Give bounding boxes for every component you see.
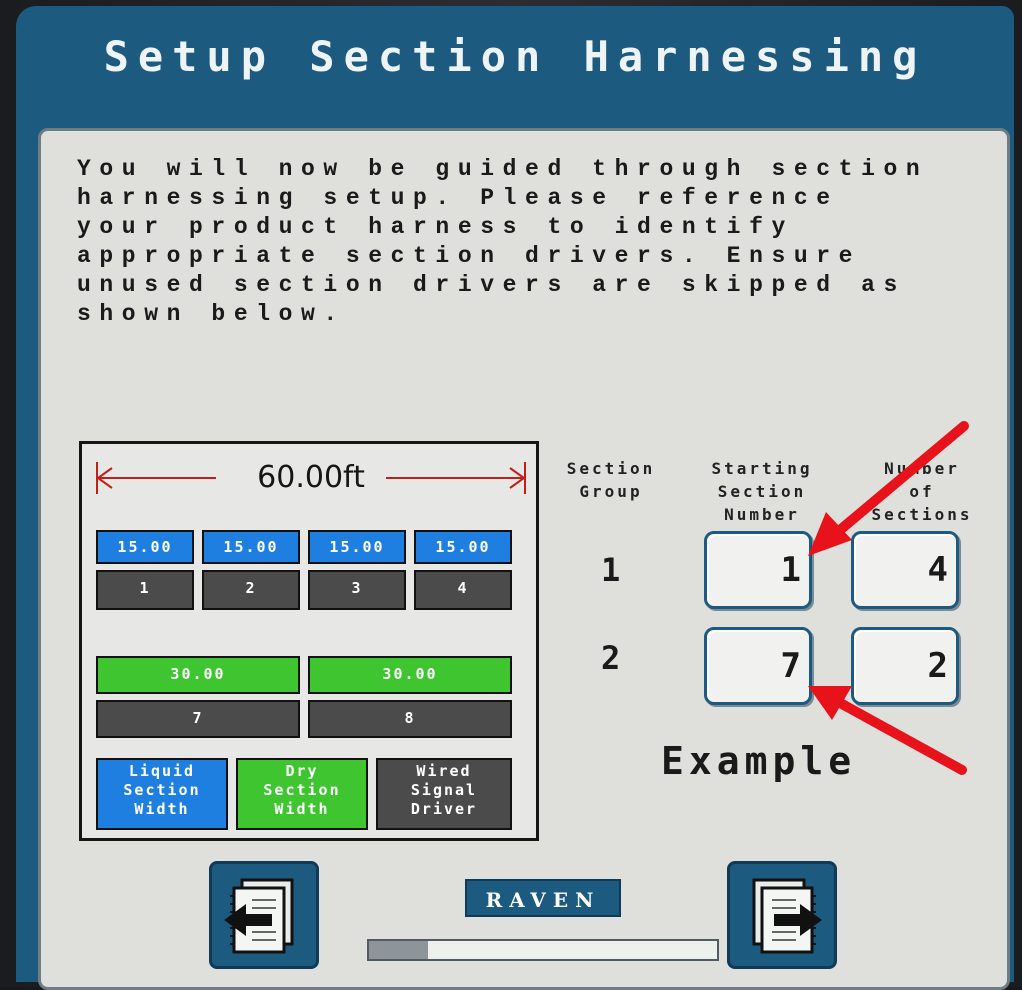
page-next-icon xyxy=(752,878,822,954)
starting-section-field-group-2[interactable]: 7 xyxy=(704,627,812,705)
column-header-section-group: Section Group xyxy=(551,457,671,503)
dry-width-cell: 30.00 xyxy=(308,656,512,694)
liquid-width-cell: 15.00 xyxy=(96,530,194,564)
signal-driver-cell: 4 xyxy=(414,570,512,610)
page-title: Setup Section Harnessing xyxy=(103,32,927,81)
legend-line: Section xyxy=(263,781,341,799)
signal-driver-cell: 8 xyxy=(308,700,512,738)
signal-driver-cell: 7 xyxy=(96,700,300,738)
liquid-width-cell: 15.00 xyxy=(202,530,300,564)
starting-section-field-group-1[interactable]: 1 xyxy=(704,531,812,609)
content-panel: You will now be guided through section h… xyxy=(38,128,1010,990)
progress-bar xyxy=(367,939,719,961)
column-header-number-of-sections: Number of Sections xyxy=(857,457,987,526)
legend-line: Liquid xyxy=(128,762,196,780)
legend-line: Width xyxy=(134,800,190,818)
signal-driver-cell: 1 xyxy=(96,570,194,610)
liquid-width-cell: 15.00 xyxy=(308,530,406,564)
section-group-label: 2 xyxy=(601,639,621,677)
screen: Setup Section Harnessing You will now be… xyxy=(16,6,1014,990)
total-width-dimension: 60.00ft xyxy=(96,458,526,498)
legend-line: Signal xyxy=(410,781,478,799)
section-group-label: 1 xyxy=(601,551,621,589)
legend-dry-section-width: Dry Section Width xyxy=(236,758,368,830)
signal-driver-cell: 2 xyxy=(202,570,300,610)
column-header-line: of xyxy=(909,482,935,501)
example-label: Example xyxy=(661,739,857,783)
column-header-line: Sections xyxy=(871,505,973,524)
number-of-sections-field-group-1[interactable]: 4 xyxy=(851,531,959,609)
legend-liquid-section-width: Liquid Section Width xyxy=(96,758,228,830)
next-button[interactable] xyxy=(727,861,837,969)
legend-line: Wired xyxy=(416,762,472,780)
raven-logo: RAVEN xyxy=(465,879,621,917)
column-header-line: Group xyxy=(579,482,643,501)
legend-wired-signal-driver: Wired Signal Driver xyxy=(376,758,512,830)
back-button[interactable] xyxy=(209,861,319,969)
column-header-line: Section xyxy=(717,482,807,501)
column-header-line: Section xyxy=(566,459,656,478)
column-header-line: Number xyxy=(724,505,800,524)
column-header-line: Starting xyxy=(711,459,813,478)
signal-driver-cell: 3 xyxy=(308,570,406,610)
legend-line: Width xyxy=(274,800,330,818)
legend-line: Dry xyxy=(285,762,319,780)
legend-line: Section xyxy=(123,781,201,799)
column-header-starting-section-number: Starting Section Number xyxy=(697,457,827,526)
legend-line: Driver xyxy=(410,800,478,818)
page-back-icon xyxy=(224,878,294,954)
progress-fill xyxy=(369,941,429,959)
harness-example-diagram: 60.00ft 15.00 15.00 15.00 15.00 1 2 3 4 … xyxy=(79,441,539,841)
instruction-text: You will now be guided through section h… xyxy=(77,156,929,327)
total-width-label: 60.00ft xyxy=(257,460,365,495)
liquid-width-cell: 15.00 xyxy=(414,530,512,564)
dry-width-cell: 30.00 xyxy=(96,656,300,694)
column-header-line: Number xyxy=(884,459,960,478)
number-of-sections-field-group-2[interactable]: 2 xyxy=(851,627,959,705)
